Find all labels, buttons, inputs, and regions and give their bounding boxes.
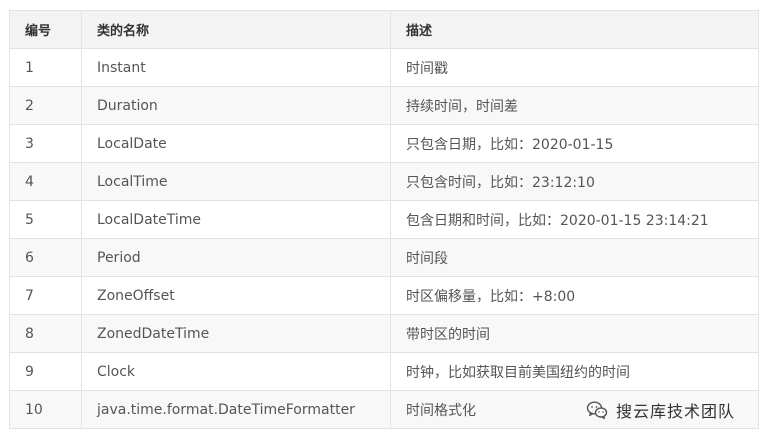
row-class-name: Instant [81,48,391,87]
row-description: 时区偏移量，比如：+8:00 [390,276,759,315]
row-number: 7 [9,276,82,315]
class-table: 编号 类的名称 描述 1 Instant 时间戳 2 Duration 持续时间… [9,10,759,429]
header-class-name: 类的名称 [81,10,391,49]
row-number: 6 [9,238,82,277]
table-row: 8 ZonedDateTime 带时区的时间 [9,314,759,353]
row-description: 带时区的时间 [390,314,759,353]
row-class-name: LocalDate [81,124,391,163]
row-description: 时间戳 [390,48,759,87]
row-number: 9 [9,352,82,391]
table-row: 4 LocalTime 只包含时间，比如：23:12:10 [9,162,759,201]
row-number: 8 [9,314,82,353]
row-number: 1 [9,48,82,87]
table-row: 7 ZoneOffset 时区偏移量，比如：+8:00 [9,276,759,315]
row-description: 持续时间，时间差 [390,86,759,125]
table-row: 5 LocalDateTime 包含日期和时间，比如：2020-01-15 23… [9,200,759,239]
watermark-text: 搜云库技术团队 [615,402,735,421]
header-number: 编号 [9,10,82,49]
row-description: 时间段 [390,238,759,277]
row-class-name: LocalTime [81,162,391,201]
table-row: 2 Duration 持续时间，时间差 [9,86,759,125]
watermark: 搜云库技术团队 [586,396,735,424]
table-row: 9 Clock 时钟，比如获取目前美国纽约的时间 [9,352,759,391]
row-class-name: ZonedDateTime [81,314,391,353]
row-class-name: Duration [81,86,391,125]
row-number: 2 [9,86,82,125]
row-class-name: Clock [81,352,391,391]
row-class-name: java.time.format.DateTimeFormatter [81,390,391,429]
table-row: 6 Period 时间段 [9,238,759,277]
row-number: 4 [9,162,82,201]
row-description: 只包含时间，比如：23:12:10 [390,162,759,201]
header-description: 描述 [390,10,759,49]
row-class-name: Period [81,238,391,277]
row-class-name: LocalDateTime [81,200,391,239]
wechat-icon [586,400,608,420]
row-number: 10 [9,390,82,429]
row-number: 3 [9,124,82,163]
table-row: 1 Instant 时间戳 [9,48,759,87]
row-class-name: ZoneOffset [81,276,391,315]
table-row: 3 LocalDate 只包含日期，比如：2020-01-15 [9,124,759,163]
row-description: 只包含日期，比如：2020-01-15 [390,124,759,163]
row-number: 5 [9,200,82,239]
table-header-row: 编号 类的名称 描述 [9,10,759,49]
row-description: 时钟，比如获取目前美国纽约的时间 [390,352,759,391]
row-description: 包含日期和时间，比如：2020-01-15 23:14:21 [390,200,759,239]
